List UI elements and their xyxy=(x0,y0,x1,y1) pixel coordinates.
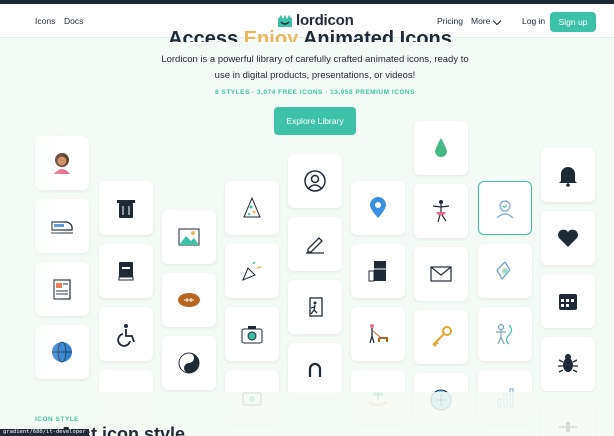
icon-card[interactable] xyxy=(288,343,342,397)
football-icon xyxy=(178,293,200,307)
location-pin-icon xyxy=(370,197,386,218)
icon-card[interactable] xyxy=(99,181,153,235)
icon-card[interactable] xyxy=(478,244,532,298)
icon-card[interactable] xyxy=(162,336,216,390)
icon-card[interactable] xyxy=(351,181,405,235)
icon-card[interactable] xyxy=(162,273,216,327)
icon-card[interactable] xyxy=(541,148,595,202)
icon-card[interactable] xyxy=(225,307,279,361)
chevron-down-icon[interactable] xyxy=(492,16,502,26)
icon-card-selected[interactable] xyxy=(478,181,532,235)
bell-icon xyxy=(559,167,577,187)
icon-card[interactable] xyxy=(225,244,279,298)
icon-card[interactable] xyxy=(225,181,279,235)
nav-icons-link[interactable]: Icons xyxy=(35,16,55,26)
icon-card[interactable] xyxy=(414,310,468,364)
user-circle-icon xyxy=(304,170,326,192)
icon-card[interactable] xyxy=(351,244,405,298)
party-popper-icon xyxy=(242,261,262,281)
yin-yang-icon xyxy=(178,352,200,374)
magnet-icon xyxy=(308,362,322,377)
icon-card[interactable] xyxy=(414,184,468,238)
fade-overlay-left xyxy=(0,135,70,375)
icon-card[interactable] xyxy=(288,154,342,208)
hero-subtitle: Lordicon is a powerful library of carefu… xyxy=(161,54,469,81)
camera-icon xyxy=(241,326,263,344)
book-icon xyxy=(118,262,134,281)
icon-card[interactable] xyxy=(478,307,532,361)
icon-card[interactable] xyxy=(541,337,595,391)
landscape-image-icon xyxy=(178,228,200,246)
icon-card[interactable] xyxy=(351,307,405,361)
hero-title: Access Enjoy Animated Icons xyxy=(150,24,470,42)
icon-card[interactable] xyxy=(288,217,342,271)
hero-stats: 6 STYLES · 3,074 FREE ICONS · 13,958 PRE… xyxy=(215,89,415,96)
hero-title-highlight: Enjoy xyxy=(243,28,299,42)
party-hat-icon xyxy=(243,196,261,218)
it-developer-icon xyxy=(496,200,514,219)
fridge-icon xyxy=(368,261,386,282)
bug-icon xyxy=(558,354,578,373)
icon-card[interactable] xyxy=(541,274,595,328)
signup-button[interactable]: Sign up xyxy=(550,12,596,32)
icon-card[interactable] xyxy=(288,280,342,334)
calendar-icon xyxy=(559,294,577,310)
hover-tooltip: gradient/680/it-developer xyxy=(0,429,89,436)
edit-pencil-icon xyxy=(306,237,324,254)
icon-card[interactable] xyxy=(541,211,595,265)
icon-card[interactable] xyxy=(162,210,216,264)
ballerina-icon xyxy=(432,200,450,223)
explore-library-button[interactable]: Explore Library xyxy=(274,107,356,135)
key-icon xyxy=(432,326,452,347)
mail-icon xyxy=(430,266,452,282)
heart-icon xyxy=(558,229,578,247)
nav-login-link[interactable]: Log in xyxy=(522,16,545,26)
icon-card[interactable] xyxy=(99,307,153,361)
wheelchair-icon xyxy=(117,324,135,347)
trash-icon xyxy=(117,200,135,218)
section-label: ICON STYLE xyxy=(35,416,80,423)
icon-card[interactable] xyxy=(414,121,468,175)
pear-icon xyxy=(435,138,447,157)
exit-door-icon xyxy=(309,297,323,317)
icon-card[interactable] xyxy=(99,244,153,298)
dog-walk-icon xyxy=(369,324,388,344)
icon-card[interactable] xyxy=(414,247,468,301)
dna-scientist-icon xyxy=(496,323,513,345)
nav-docs-link[interactable]: Docs xyxy=(64,16,83,26)
recycle-icon xyxy=(496,261,511,280)
nav-more-menu[interactable]: More xyxy=(471,16,490,26)
